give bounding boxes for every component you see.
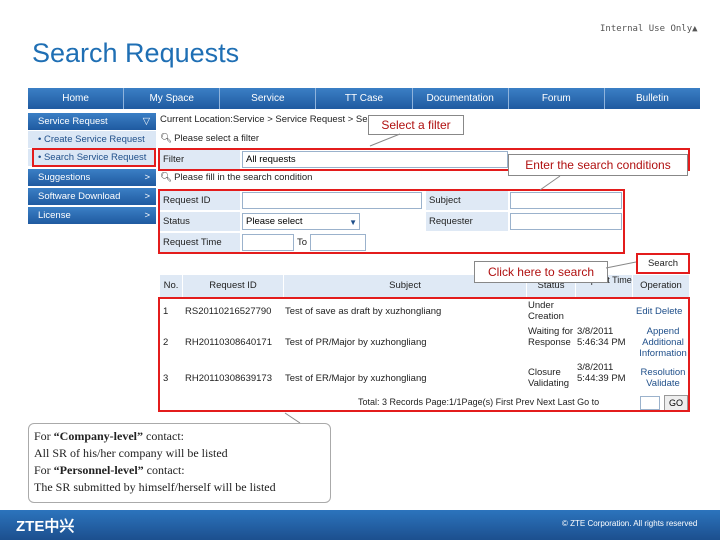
note-box: For “Company-level” contact: All SR of h… — [28, 423, 331, 503]
note-line-4: The SR submitted by himself/herself will… — [34, 480, 276, 494]
note-line-1: For “Company-level” contact: — [34, 429, 184, 443]
note-line-3: For “Personnel-level” contact: — [34, 463, 185, 477]
note-line-2: All SR of his/her company will be listed — [34, 446, 228, 460]
copyright-text: © ZTE Corporation. All rights reserved — [562, 519, 698, 528]
zte-logo: ZTE中兴 — [16, 518, 75, 535]
